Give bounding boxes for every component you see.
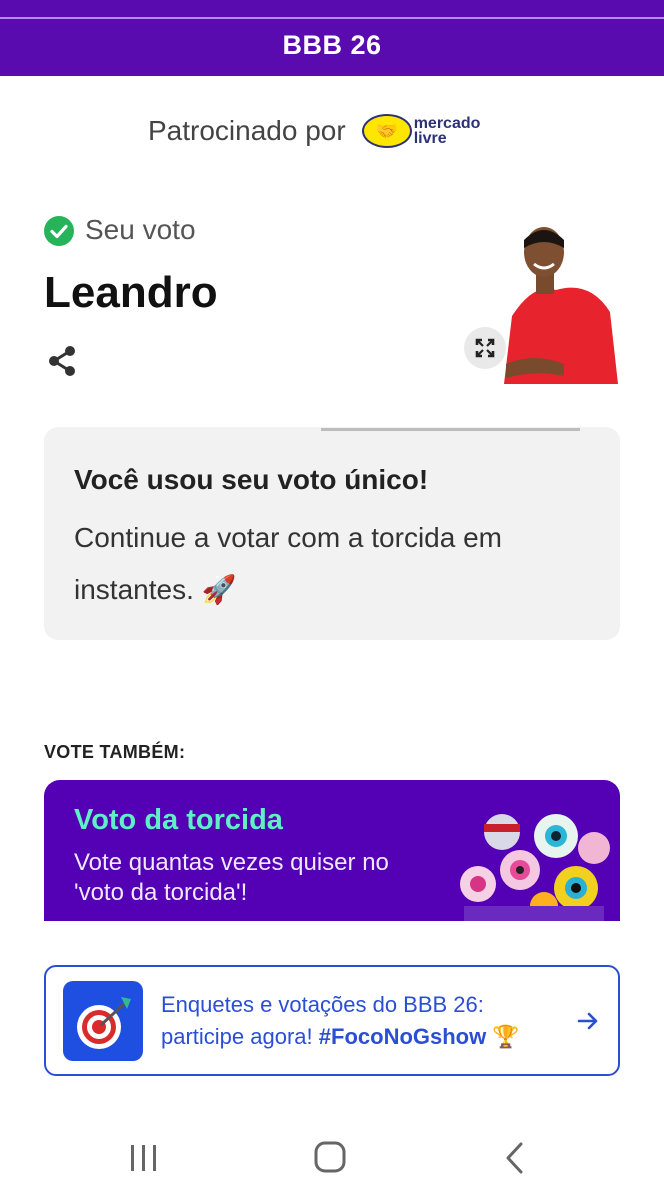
logo-word-2: livre [413,130,447,147]
rocket-icon: 🚀 [201,574,237,605]
mascots-illustration [460,814,610,921]
torcida-title: Voto da torcida [74,804,283,836]
vote-also-heading: VOTE TAMBÉM: [44,742,186,762]
back-icon[interactable] [496,1140,536,1176]
card-title: Você usou seu voto único! [74,464,429,495]
app-header: BBB 26 [0,0,664,76]
trophy-icon: 🏆 [492,1024,520,1049]
home-icon[interactable] [310,1140,350,1176]
header-divider [0,17,664,19]
expand-photo-button[interactable] [464,327,506,369]
candidate-photo [494,224,618,384]
mercado-livre-logo: 🤝 mercado livre [361,114,481,148]
handshake-icon: 🤝 [361,114,412,148]
header-title: BBB 26 [282,30,382,60]
voto-da-torcida-card[interactable]: Voto da torcida Vote quantas vezes quise… [44,780,620,921]
card-body: Continue a votar com a torcida em instan… [74,512,594,616]
promo-hashtag[interactable]: #FocoNoGshow [319,1024,486,1049]
promo-banner[interactable]: Enquetes e votações do BBB 26: participe… [44,965,620,1076]
sponsor-bar: Patrocinado por 🤝 mercado livre [148,108,480,154]
target-icon [63,981,143,1061]
check-icon [44,216,74,246]
system-navigation-bar [0,1110,664,1200]
candidate-name: Leandro [44,268,218,317]
arrow-right-icon [577,1012,598,1030]
share-icon[interactable] [44,343,80,379]
sponsor-text: Patrocinado por [148,115,346,146]
logo-word-1: mercado [413,115,481,132]
torcida-description: Vote quantas vezes quiser no 'voto da to… [74,849,389,906]
recent-apps-icon[interactable] [124,1140,164,1176]
expand-icon [475,338,495,358]
vote-status-label: Seu voto [85,214,196,245]
promo-text: Enquetes e votações do BBB 26: participe… [161,989,571,1053]
timer-progress-bar [321,428,580,431]
card-body-text: Continue a votar com a torcida em instan… [74,522,502,605]
